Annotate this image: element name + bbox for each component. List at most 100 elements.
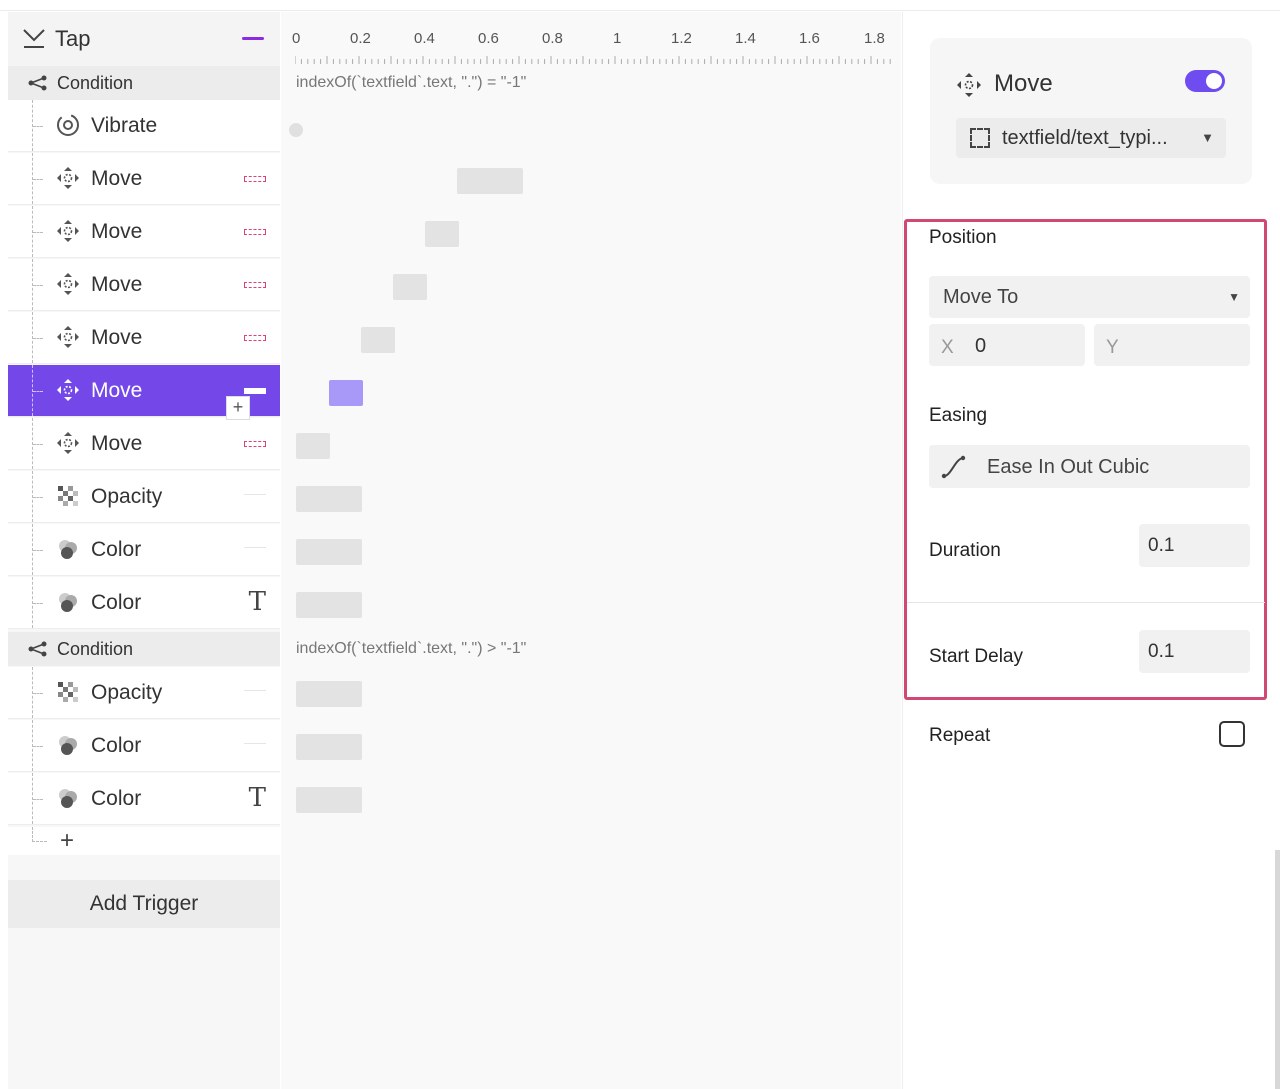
step-row-color[interactable]: Color T (8, 577, 280, 629)
tree-connector (32, 773, 46, 824)
duration-indicator-icon (244, 547, 266, 548)
step-row-color[interactable]: Color (8, 524, 280, 576)
ruler-tick-label: 0.8 (542, 30, 563, 47)
position-mode-select[interactable]: Move To ▼ (929, 276, 1250, 318)
tree-connector (32, 524, 46, 575)
tree-connector (32, 259, 46, 310)
easing-select[interactable]: Ease In Out Cubic (929, 445, 1250, 488)
timeline-block-move[interactable] (296, 433, 330, 459)
duration-indicator-icon (244, 743, 266, 744)
condition-label: Condition (57, 639, 134, 659)
move-icon (57, 326, 79, 348)
tree-connector (32, 827, 47, 842)
tree-connector (32, 577, 46, 628)
timeline-block-move[interactable] (457, 168, 523, 194)
timeline-block-color[interactable] (296, 787, 362, 813)
ruler-tick-label: 1 (613, 30, 622, 47)
ruler-tick-label: 0.6 (478, 30, 499, 47)
step-label: Move (91, 167, 143, 190)
ruler-tick-label: 0.4 (414, 30, 435, 47)
step-label: Move (91, 432, 143, 455)
ruler-tick-label: 0 (292, 30, 301, 47)
step-label: Vibrate (91, 114, 158, 137)
vibrate-marker[interactable] (289, 123, 303, 137)
step-label: Color (91, 538, 142, 561)
timeline-block-move[interactable] (393, 274, 427, 300)
enabled-toggle[interactable] (1185, 70, 1225, 92)
tree-connector (32, 153, 46, 204)
ruler-tick-label: 1.4 (735, 30, 756, 47)
trigger-tap[interactable]: Tap (8, 12, 280, 66)
color-icon (59, 789, 77, 808)
step-row-color[interactable]: Color T (8, 773, 280, 825)
opacity-icon (58, 682, 78, 702)
y-field[interactable]: Y (1094, 324, 1250, 366)
step-label: Opacity (91, 485, 163, 508)
window-edge (1275, 850, 1280, 1089)
target-layer-value: textfield/text_typi... (1002, 127, 1168, 149)
insert-step-button[interactable]: + (226, 396, 250, 420)
step-row-move[interactable]: Move (8, 418, 280, 470)
window-top-border (0, 0, 1280, 11)
x-field-label: X (941, 337, 954, 358)
action-title: Move (994, 70, 1053, 97)
add-step-button[interactable]: + (60, 827, 74, 855)
text-layer-icon: T (248, 783, 266, 813)
position-mode-value: Move To (943, 286, 1019, 308)
condition-expression: indexOf(`textfield`.text, ".") = "-1" (296, 74, 527, 91)
step-label: Color (91, 734, 142, 757)
move-icon (57, 432, 79, 454)
step-row-opacity[interactable]: Opacity (8, 667, 280, 719)
repeat-checkbox[interactable] (1219, 721, 1245, 747)
timeline-block-move[interactable] (425, 221, 459, 247)
timeline-block-opacity[interactable] (296, 486, 362, 512)
step-row-opacity[interactable]: Opacity (8, 471, 280, 523)
timeline-block-color[interactable] (296, 539, 362, 565)
step-label: Move (91, 273, 143, 296)
step-row-move[interactable]: Move (8, 259, 280, 311)
timeline-block-color[interactable] (296, 592, 362, 618)
start-delay-value: 0.1 (1148, 641, 1175, 662)
branch-icon (28, 641, 47, 657)
duration-indicator-icon (244, 176, 266, 182)
duration-input[interactable]: 0.1 (1139, 524, 1250, 567)
condition-label: Condition (57, 73, 134, 93)
duration-indicator-icon (244, 690, 266, 691)
timeline-block-move-selected[interactable] (329, 380, 363, 406)
ruler-tick-label: 1.2 (671, 30, 692, 47)
tree-connector (32, 418, 46, 469)
easing-label: Easing (929, 405, 988, 426)
step-row-color[interactable]: Color (8, 720, 280, 772)
step-row-move[interactable]: Move (8, 312, 280, 364)
step-row-move[interactable]: Move (8, 153, 280, 205)
duration-indicator-icon (244, 441, 266, 447)
condition-row-1[interactable]: Condition (8, 66, 280, 100)
repeat-label: Repeat (929, 725, 991, 746)
section-divider (907, 602, 1265, 603)
ruler-tick-label: 0.2 (350, 30, 371, 47)
move-icon (57, 167, 79, 189)
branch-icon (28, 75, 47, 91)
x-field[interactable]: X 0 (929, 324, 1085, 366)
start-delay-label: Start Delay (929, 646, 1023, 667)
layer-frame-icon (970, 128, 990, 148)
step-row-move[interactable]: Move (8, 206, 280, 258)
text-layer-icon: T (248, 587, 266, 617)
color-icon (59, 593, 77, 612)
timeline-block-move[interactable] (361, 327, 395, 353)
action-header-card: Move textfield/text_typi... ▼ (930, 38, 1252, 184)
add-trigger-button[interactable]: Add Trigger (8, 880, 280, 928)
target-layer-select[interactable]: textfield/text_typi... ▼ (956, 118, 1226, 158)
chevron-down-icon: ▼ (1201, 130, 1214, 145)
trigger-list-panel: Tap Condition Condition + Add Trigger Vi… (8, 12, 280, 1089)
step-row-vibrate[interactable]: Vibrate (8, 100, 280, 152)
duration-label: Duration (929, 540, 1001, 561)
condition-row-2[interactable]: Condition (8, 632, 280, 666)
step-label: Move (91, 326, 143, 349)
trigger-label: Tap (55, 26, 91, 51)
duration-indicator-icon (244, 229, 266, 235)
timeline-block-opacity[interactable] (296, 681, 362, 707)
duration-indicator-icon (244, 388, 266, 394)
timeline-block-color[interactable] (296, 734, 362, 760)
start-delay-input[interactable]: 0.1 (1139, 630, 1250, 673)
